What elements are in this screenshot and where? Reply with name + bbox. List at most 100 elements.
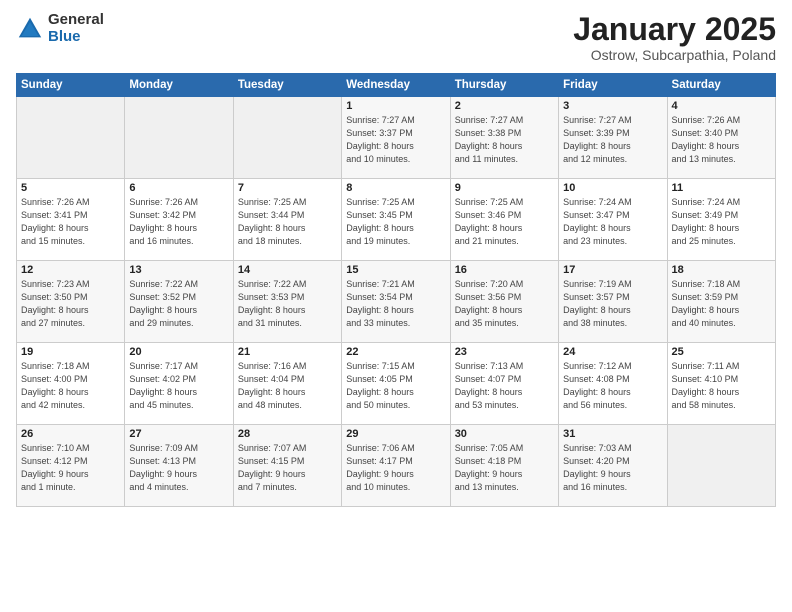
day-info: Sunrise: 7:25 AM Sunset: 3:45 PM Dayligh… [346,196,445,248]
day-cell: 5Sunrise: 7:26 AM Sunset: 3:41 PM Daylig… [17,179,125,261]
day-info: Sunrise: 7:03 AM Sunset: 4:20 PM Dayligh… [563,442,662,494]
day-number: 18 [672,264,771,276]
day-info: Sunrise: 7:09 AM Sunset: 4:13 PM Dayligh… [129,442,228,494]
day-cell: 23 Sunrise: 7:13 AM Sunset: 4:07 PM Dayli… [450,343,558,425]
week-row-3: 19Sunrise: 7:18 AM Sunset: 4:00 PM Dayli… [17,343,776,425]
day-info: Sunrise: 7:21 AM Sunset: 3:54 PM Dayligh… [346,278,445,330]
logo-text: General Blue [48,12,104,45]
day-number: 13 [129,264,228,276]
day-info: Sunrise: 7:10 AM Sunset: 4:12 PM Dayligh… [21,442,120,494]
day-info: Sunrise: 7:25 AM Sunset: 3:44 PM Dayligh… [238,196,337,248]
day-cell: 10 Sunrise: 7:24 AM Sunset: 3:47 PM Dayli… [559,179,667,261]
calendar-table: SundayMondayTuesdayWednesdayThursdayFrid… [16,73,776,507]
day-info: Sunrise: 7:24 AM Sunset: 3:47 PM Dayligh… [563,196,662,248]
day-cell: 8 Sunrise: 7:25 AM Sunset: 3:45 PM Daylig… [342,179,450,261]
day-cell [233,97,341,179]
day-header-saturday: Saturday [667,74,775,97]
day-number: 25 [672,346,771,358]
day-number: 17 [563,264,662,276]
title-block: January 2025 Ostrow, Subcarpathia, Polan… [573,12,776,63]
day-cell: 11Sunrise: 7:24 AM Sunset: 3:49 PM Dayli… [667,179,775,261]
day-info: Sunrise: 7:22 AM Sunset: 3:52 PM Dayligh… [129,278,228,330]
day-cell: 31Sunrise: 7:03 AM Sunset: 4:20 PM Dayli… [559,425,667,507]
day-cell: 15 Sunrise: 7:21 AM Sunset: 3:54 PM Dayli… [342,261,450,343]
day-info: Sunrise: 7:26 AM Sunset: 3:41 PM Dayligh… [21,196,120,248]
day-number: 16 [455,264,554,276]
day-info: Sunrise: 7:07 AM Sunset: 4:15 PM Dayligh… [238,442,337,494]
day-number: 24 [563,346,662,358]
day-info: Sunrise: 7:22 AM Sunset: 3:53 PM Dayligh… [238,278,337,330]
day-cell: 29 Sunrise: 7:06 AM Sunset: 4:17 PM Dayli… [342,425,450,507]
day-number: 10 [563,182,662,194]
day-info: Sunrise: 7:18 AM Sunset: 4:00 PM Dayligh… [21,360,120,412]
day-cell: 19Sunrise: 7:18 AM Sunset: 4:00 PM Dayli… [17,343,125,425]
day-cell: 3 Sunrise: 7:27 AM Sunset: 3:39 PM Daylig… [559,97,667,179]
calendar-subtitle: Ostrow, Subcarpathia, Poland [573,47,776,63]
day-number: 20 [129,346,228,358]
day-cell: 27 Sunrise: 7:09 AM Sunset: 4:13 PM Dayli… [125,425,233,507]
day-cell: 17 Sunrise: 7:19 AM Sunset: 3:57 PM Dayli… [559,261,667,343]
day-header-sunday: Sunday [17,74,125,97]
day-number: 29 [346,428,445,440]
day-cell: 12Sunrise: 7:23 AM Sunset: 3:50 PM Dayli… [17,261,125,343]
day-cell: 21Sunrise: 7:16 AM Sunset: 4:04 PM Dayli… [233,343,341,425]
day-cell [125,97,233,179]
day-number: 4 [672,100,771,112]
day-info: Sunrise: 7:05 AM Sunset: 4:18 PM Dayligh… [455,442,554,494]
day-cell: 20Sunrise: 7:17 AM Sunset: 4:02 PM Dayli… [125,343,233,425]
day-cell: 22 Sunrise: 7:15 AM Sunset: 4:05 PM Dayli… [342,343,450,425]
day-cell: 2 Sunrise: 7:27 AM Sunset: 3:38 PM Daylig… [450,97,558,179]
day-info: Sunrise: 7:16 AM Sunset: 4:04 PM Dayligh… [238,360,337,412]
header-row: SundayMondayTuesdayWednesdayThursdayFrid… [17,74,776,97]
day-number: 23 [455,346,554,358]
day-header-thursday: Thursday [450,74,558,97]
day-cell: 18 Sunrise: 7:18 AM Sunset: 3:59 PM Dayli… [667,261,775,343]
day-cell: 24 Sunrise: 7:12 AM Sunset: 4:08 PM Dayli… [559,343,667,425]
day-number: 22 [346,346,445,358]
logo-icon [16,15,44,43]
day-cell: 14 Sunrise: 7:22 AM Sunset: 3:53 PM Dayli… [233,261,341,343]
day-info: Sunrise: 7:18 AM Sunset: 3:59 PM Dayligh… [672,278,771,330]
day-info: Sunrise: 7:26 AM Sunset: 3:42 PM Dayligh… [129,196,228,248]
day-cell: 4Sunrise: 7:26 AM Sunset: 3:40 PM Daylig… [667,97,775,179]
day-info: Sunrise: 7:19 AM Sunset: 3:57 PM Dayligh… [563,278,662,330]
day-info: Sunrise: 7:15 AM Sunset: 4:05 PM Dayligh… [346,360,445,412]
day-header-wednesday: Wednesday [342,74,450,97]
day-cell: 13 Sunrise: 7:22 AM Sunset: 3:52 PM Dayli… [125,261,233,343]
day-info: Sunrise: 7:06 AM Sunset: 4:17 PM Dayligh… [346,442,445,494]
day-info: Sunrise: 7:20 AM Sunset: 3:56 PM Dayligh… [455,278,554,330]
day-number: 26 [21,428,120,440]
day-info: Sunrise: 7:27 AM Sunset: 3:39 PM Dayligh… [563,114,662,166]
header: General Blue January 2025 Ostrow, Subcar… [16,12,776,63]
day-info: Sunrise: 7:27 AM Sunset: 3:37 PM Dayligh… [346,114,445,166]
day-cell: 1 Sunrise: 7:27 AM Sunset: 3:37 PM Daylig… [342,97,450,179]
week-row-0: 1 Sunrise: 7:27 AM Sunset: 3:37 PM Daylig… [17,97,776,179]
logo-general: General [48,12,104,29]
day-cell: 7 Sunrise: 7:25 AM Sunset: 3:44 PM Daylig… [233,179,341,261]
day-cell: 16 Sunrise: 7:20 AM Sunset: 3:56 PM Dayli… [450,261,558,343]
day-number: 15 [346,264,445,276]
day-number: 8 [346,182,445,194]
day-info: Sunrise: 7:12 AM Sunset: 4:08 PM Dayligh… [563,360,662,412]
day-info: Sunrise: 7:11 AM Sunset: 4:10 PM Dayligh… [672,360,771,412]
day-cell: 28 Sunrise: 7:07 AM Sunset: 4:15 PM Dayli… [233,425,341,507]
day-number: 7 [238,182,337,194]
day-number: 28 [238,428,337,440]
day-header-tuesday: Tuesday [233,74,341,97]
day-number: 14 [238,264,337,276]
day-info: Sunrise: 7:25 AM Sunset: 3:46 PM Dayligh… [455,196,554,248]
day-cell: 25 Sunrise: 7:11 AM Sunset: 4:10 PM Dayli… [667,343,775,425]
day-info: Sunrise: 7:27 AM Sunset: 3:38 PM Dayligh… [455,114,554,166]
day-info: Sunrise: 7:13 AM Sunset: 4:07 PM Dayligh… [455,360,554,412]
day-number: 27 [129,428,228,440]
day-number: 9 [455,182,554,194]
day-number: 2 [455,100,554,112]
day-number: 1 [346,100,445,112]
day-number: 30 [455,428,554,440]
logo-blue: Blue [48,29,104,46]
day-cell: 26 Sunrise: 7:10 AM Sunset: 4:12 PM Dayli… [17,425,125,507]
day-cell: 6Sunrise: 7:26 AM Sunset: 3:42 PM Daylig… [125,179,233,261]
day-info: Sunrise: 7:24 AM Sunset: 3:49 PM Dayligh… [672,196,771,248]
week-row-1: 5Sunrise: 7:26 AM Sunset: 3:41 PM Daylig… [17,179,776,261]
day-number: 3 [563,100,662,112]
